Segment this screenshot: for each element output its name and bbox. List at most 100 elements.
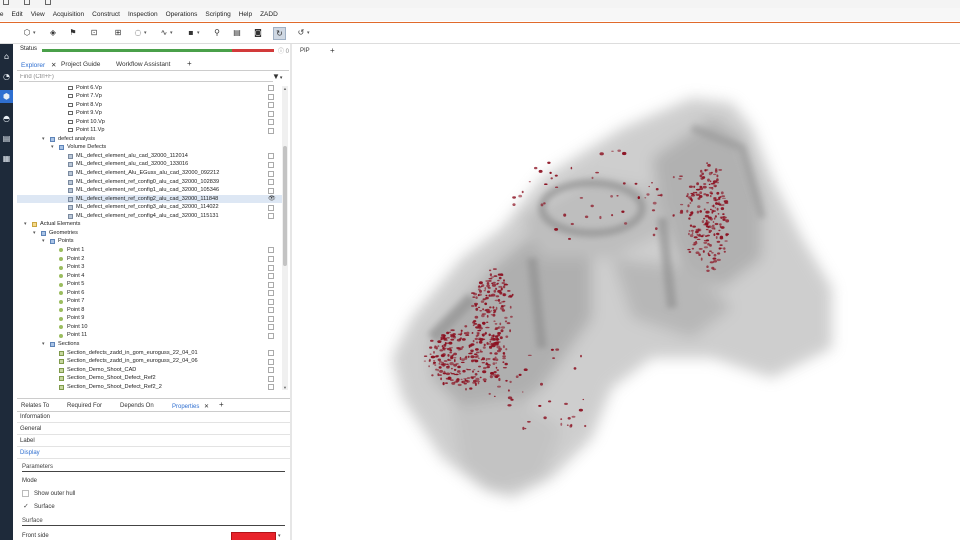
chevron-down-icon[interactable]: ▾ — [278, 533, 281, 539]
visibility-checkbox[interactable] — [268, 264, 274, 271]
visibility-checkbox[interactable] — [268, 324, 274, 331]
scroll-up-icon[interactable]: ▲ — [282, 86, 288, 91]
lasso-icon[interactable]: ◌ ▾ — [133, 28, 147, 38]
menu-edit[interactable]: Edit — [8, 11, 27, 18]
expand-arrow-icon[interactable]: ▾ — [33, 229, 36, 238]
visibility-checkbox[interactable] — [268, 161, 274, 168]
tree-item[interactable]: Point 5 — [17, 280, 282, 289]
grid-icon[interactable]: ▦ — [2, 154, 11, 163]
visibility-checkbox[interactable] — [268, 273, 274, 280]
expand-arrow-icon[interactable]: ▾ — [42, 340, 45, 349]
scroll-thumb[interactable] — [283, 146, 287, 266]
expand-arrow-icon[interactable]: ▾ — [42, 135, 45, 144]
menu-ile[interactable]: ile — [0, 11, 8, 18]
menu-inspection[interactable]: Inspection — [124, 11, 162, 18]
3d-viewport[interactable] — [292, 58, 960, 540]
tree-item[interactable]: Point 9 — [17, 314, 282, 323]
tree-item[interactable]: Section_Demo_Shoot_Defect_Ref2_2 — [17, 383, 282, 391]
report-icon[interactable]: ▤ — [2, 134, 11, 143]
tree-item[interactable]: Point 6.Vp — [17, 84, 282, 93]
visibility-checkbox[interactable] — [268, 102, 274, 109]
filter-icon[interactable]: ▼▾ — [272, 72, 282, 81]
tree-item[interactable]: Point 7.Vp — [17, 92, 282, 101]
tab-properties[interactable]: Properties ✕ — [172, 403, 209, 410]
visibility-checkbox[interactable] — [268, 298, 274, 305]
visibility-checkbox[interactable] — [268, 179, 274, 186]
surface-checkbox[interactable]: ✓ — [22, 503, 30, 511]
tree-item[interactable]: Section_Demo_Shoot_Defect_Ref2 — [17, 374, 282, 383]
dashboard-icon[interactable]: ◔ — [2, 72, 11, 81]
visibility-checkbox[interactable] — [268, 367, 274, 374]
tree-item[interactable]: ▾ Actual Elements — [17, 220, 282, 229]
menu-view[interactable]: View — [27, 11, 49, 18]
tree-item[interactable]: ▾ Volume Defects — [17, 143, 282, 152]
visibility-checkbox[interactable] — [268, 170, 274, 177]
tree-item[interactable]: Point 6 — [17, 289, 282, 298]
tab-relates-to[interactable]: Relates To — [21, 403, 49, 409]
visibility-checkbox[interactable] — [268, 187, 274, 194]
tree-item[interactable]: ML_defect_element_ref_config2_alu_cad_32… — [17, 194, 282, 204]
home-icon[interactable]: ⌂ — [2, 52, 11, 61]
visibility-checkbox[interactable] — [268, 290, 274, 297]
tab-pip[interactable]: PIP — [300, 48, 310, 54]
tree-item[interactable]: Point 10 — [17, 323, 282, 332]
flag-icon[interactable]: ⚑ — [68, 28, 78, 38]
visibility-checkbox[interactable] — [268, 213, 274, 220]
visibility-checkbox[interactable] — [268, 204, 274, 211]
visibility-checkbox[interactable] — [268, 93, 274, 100]
add-tab-button[interactable]: + — [187, 59, 192, 68]
menu-help[interactable]: Help — [235, 11, 256, 18]
cube-view-icon[interactable]: ⬡ ▾ — [22, 28, 36, 38]
section-general[interactable]: General — [17, 424, 290, 435]
tab-project-guide[interactable]: Project Guide — [61, 61, 100, 68]
save-icon[interactable] — [24, 0, 30, 5]
tree-item[interactable]: ML_defect_element_Alu_EGuss_alu_cad_3200… — [17, 169, 282, 178]
tab-required-for[interactable]: Required For — [67, 403, 102, 409]
section-display[interactable]: Display — [17, 448, 290, 459]
add-tab-button[interactable]: + — [219, 400, 224, 409]
menu-acquisition[interactable]: Acquisition — [49, 11, 88, 18]
visibility-checkbox[interactable] — [268, 247, 274, 254]
screenshot-icon[interactable]: ◙ — [253, 28, 263, 38]
visibility-checkbox[interactable] — [268, 350, 274, 357]
select-icon[interactable]: ⊞ — [113, 28, 123, 38]
tree-item[interactable]: ML_defect_element_ref_config3_alu_cad_32… — [17, 203, 282, 212]
visibility-checkbox[interactable] — [268, 119, 274, 126]
tree-item[interactable]: Point 8 — [17, 306, 282, 315]
tab-explorer[interactable]: Explorer ✕ — [21, 61, 56, 69]
show-outer-hull-checkbox[interactable] — [22, 490, 29, 497]
section-information[interactable]: Information — [17, 412, 290, 423]
tree-item[interactable]: ML_defect_element_alu_cad_32000_112014 — [17, 152, 282, 161]
eye-icon[interactable]: 👁 — [268, 195, 276, 204]
tree-item[interactable]: Point 11.Vp — [17, 126, 282, 135]
palette-icon[interactable]: ▤ — [232, 28, 242, 38]
tree-item[interactable]: Point 3 — [17, 263, 282, 272]
add-view-button[interactable]: + — [330, 46, 335, 55]
tree-item[interactable]: Point 11 — [17, 331, 282, 340]
tree-item[interactable]: Point 10.Vp — [17, 118, 282, 127]
note-icon[interactable]: ▪ ▾ — [186, 28, 199, 38]
visibility-checkbox[interactable] — [268, 358, 274, 365]
expand-arrow-icon[interactable]: ▾ — [42, 237, 45, 246]
cube-icon[interactable]: ⬢ — [0, 90, 13, 103]
tree-item[interactable]: Point 1 — [17, 246, 282, 255]
tree-scrollbar[interactable]: ▲ ▼ — [282, 86, 288, 390]
tree-item[interactable]: ▾ defect analysis — [17, 135, 282, 144]
tree-item[interactable]: Point 9.Vp — [17, 109, 282, 118]
expand-arrow-icon[interactable]: ▾ — [51, 143, 54, 152]
visibility-checkbox[interactable] — [268, 256, 274, 262]
close-icon[interactable]: ✕ — [51, 62, 56, 69]
menu-zadd[interactable]: ZADD — [256, 11, 282, 18]
tab-depends-on[interactable]: Depends On — [120, 403, 154, 409]
close-icon[interactable]: ✕ — [204, 404, 209, 410]
visibility-checkbox[interactable] — [268, 384, 274, 391]
tree-item[interactable]: ▾ Geometries — [17, 229, 282, 238]
find-input[interactable] — [19, 73, 273, 82]
menu-operations[interactable]: Operations — [162, 11, 202, 18]
visibility-checkbox[interactable] — [268, 110, 274, 117]
visibility-checkbox[interactable] — [268, 332, 274, 339]
tree-item[interactable]: ML_defect_element_ref_config0_alu_cad_32… — [17, 178, 282, 187]
rotate-icon[interactable]: ↺ ▾ — [296, 28, 310, 38]
camera-alt-icon[interactable]: ⊡ — [89, 28, 99, 38]
inspection-icon[interactable]: ◓ — [2, 114, 11, 123]
